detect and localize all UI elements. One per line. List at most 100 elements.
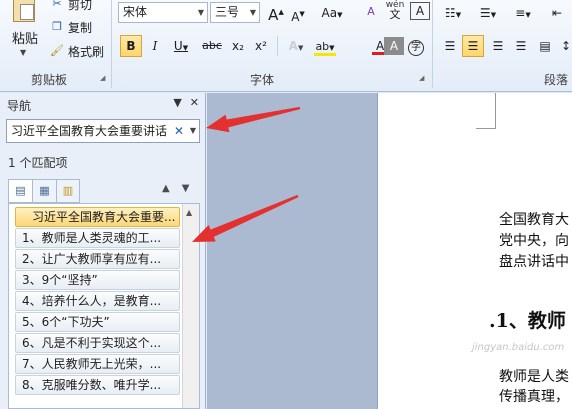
chevron-down-icon[interactable]: ▼ bbox=[190, 120, 196, 142]
copy-icon: ❐ bbox=[52, 20, 62, 33]
group-divider bbox=[277, 36, 278, 56]
line-spacing-button[interactable]: ↕ bbox=[556, 35, 572, 57]
bullets-button[interactable]: ☷▼ bbox=[440, 2, 466, 24]
strikethrough-button[interactable]: abc bbox=[202, 35, 222, 57]
distributed-icon: ▤ bbox=[539, 39, 551, 53]
multilevel-list-icon: ≡ bbox=[515, 6, 526, 20]
bold-button[interactable]: B bbox=[120, 35, 142, 57]
italic-glyph: I bbox=[152, 39, 158, 53]
decrease-indent-button[interactable]: ⇤ bbox=[545, 2, 569, 24]
shrink-font-button[interactable]: A▼ bbox=[288, 3, 308, 25]
watermark: jingyan.baidu.com bbox=[472, 342, 565, 353]
distributed-button[interactable]: ▤ bbox=[535, 35, 555, 57]
highlight-button[interactable]: ab▼ bbox=[313, 36, 337, 58]
enclose-characters-glyph: 字 bbox=[408, 40, 424, 56]
scroll-up-icon[interactable]: ▲ bbox=[186, 208, 192, 217]
heading-result[interactable]: 3、9个“坚持” bbox=[15, 270, 180, 290]
previous-result-icon[interactable]: ▲ bbox=[162, 183, 170, 194]
pane-options-icon[interactable]: ▼ bbox=[173, 96, 181, 109]
close-icon[interactable]: ✕ bbox=[190, 96, 199, 109]
font-size-value: 三号 bbox=[215, 5, 240, 19]
superscript-button[interactable]: x² bbox=[251, 35, 271, 57]
document-text-line: 盘点讲话中 bbox=[499, 254, 569, 270]
character-border-button[interactable]: A bbox=[410, 2, 430, 20]
bold-glyph: B bbox=[126, 39, 136, 53]
heading-result-highlighted[interactable]: 习近平全国教育大会重要... bbox=[15, 207, 180, 227]
font-size-combo[interactable]: 三号 ▼ bbox=[210, 2, 260, 23]
numbering-icon: ☰ bbox=[479, 6, 491, 20]
scissors-icon: ✂ bbox=[52, 0, 62, 10]
phonetic-guide-button[interactable]: wén 文 bbox=[384, 0, 406, 22]
align-left-button[interactable]: ☰ bbox=[440, 35, 460, 57]
tab-pages[interactable]: ▦ bbox=[32, 179, 56, 203]
heading-result[interactable]: 8、克服唯分数、唯升学... bbox=[15, 375, 180, 395]
navigation-search-value: 习近平全国教育大会重要讲话 bbox=[11, 124, 167, 138]
justify-icon: ☰ bbox=[515, 39, 527, 53]
navigation-pane-title: 导航 bbox=[7, 99, 32, 113]
heading-result[interactable]: 1、教师是人类灵魂的工... bbox=[15, 228, 180, 248]
align-center-icon: ☰ bbox=[467, 39, 479, 53]
clear-format-button[interactable]: A bbox=[361, 1, 381, 23]
highlighter-icon: ab bbox=[315, 40, 330, 53]
italic-button[interactable]: I bbox=[145, 35, 165, 57]
font-color-glyph: A bbox=[376, 39, 385, 53]
tab-headings[interactable]: ▤ bbox=[8, 179, 32, 203]
justify-button[interactable]: ☰ bbox=[511, 35, 531, 57]
clear-format-glyph: A bbox=[367, 5, 375, 18]
align-right-icon: ☰ bbox=[492, 39, 504, 53]
pages-icon: ▦ bbox=[39, 184, 50, 197]
format-painter-button[interactable]: 🖌 格式刷 bbox=[50, 41, 104, 61]
heading-result[interactable]: 7、人民教师无上光荣，... bbox=[15, 354, 180, 374]
dialog-launcher-icon[interactable]: ◢ bbox=[419, 74, 424, 82]
change-case-button[interactable]: Aa▼ bbox=[318, 2, 346, 24]
document-text-line: 党中央，向 bbox=[499, 233, 569, 249]
clear-search-icon[interactable]: ✕ bbox=[174, 120, 184, 142]
line-spacing-icon: ↕ bbox=[560, 39, 572, 53]
character-shading-button[interactable]: A bbox=[384, 37, 404, 55]
headings-icon: ▤ bbox=[15, 184, 26, 197]
font-group-label: 字体 bbox=[250, 73, 275, 87]
grow-font-button[interactable]: A▲ bbox=[266, 1, 286, 24]
margin-corner-mark bbox=[476, 93, 496, 129]
group-divider bbox=[111, 0, 112, 88]
align-center-button[interactable]: ☰ bbox=[462, 35, 484, 57]
cut-button[interactable]: ✂ 剪切 bbox=[50, 0, 92, 14]
brush-icon: 🖌 bbox=[50, 44, 64, 57]
dialog-launcher-icon[interactable]: ◢ bbox=[100, 74, 105, 82]
chevron-down-icon: ▼ bbox=[20, 48, 27, 57]
next-result-icon[interactable]: ▼ bbox=[182, 183, 190, 194]
document-text-line: 传播真理， bbox=[499, 389, 569, 405]
copy-button[interactable]: ❐ 复制 bbox=[50, 17, 92, 37]
heading-result[interactable]: 6、凡是不利于实现这个... bbox=[15, 333, 180, 353]
text-effects-button[interactable]: A▼ bbox=[284, 35, 308, 57]
clipboard-group-label: 剪贴板 bbox=[31, 73, 68, 87]
heading-result[interactable]: 2、让广大教师享有应有... bbox=[15, 249, 180, 269]
highlight-color-bar bbox=[314, 53, 336, 56]
change-case-glyph: Aa bbox=[321, 6, 338, 20]
document-area: 全国教育大 党中央，向 盘点讲话中 .1、教师 教师是人类 传播真理， bbox=[207, 93, 572, 409]
chevron-down-icon: ▼ bbox=[249, 8, 256, 17]
heading-result[interactable]: 5、6个“下功夫” bbox=[15, 312, 180, 332]
paste-label: 粘贴 bbox=[12, 32, 39, 47]
subscript-button[interactable]: x₂ bbox=[228, 35, 248, 57]
heading-list: ▲ 习近平全国教育大会重要... 1、教师是人类灵魂的工... 2、让广大教师享有应… bbox=[8, 203, 200, 409]
font-name-value: 宋体 bbox=[123, 5, 148, 19]
scrollbar[interactable]: ▲ bbox=[182, 204, 199, 408]
group-divider bbox=[432, 0, 433, 88]
indent-icon: ⇤ bbox=[551, 6, 563, 20]
underline-button[interactable]: U▼ bbox=[168, 35, 194, 57]
align-right-button[interactable]: ☰ bbox=[488, 35, 508, 57]
tab-results[interactable]: ▥ bbox=[56, 179, 80, 203]
enclose-characters-button[interactable]: 字 bbox=[406, 35, 426, 57]
multilevel-list-button[interactable]: ≡▼ bbox=[510, 2, 536, 24]
format-painter-label: 格式刷 bbox=[68, 44, 105, 59]
superscript-glyph: x² bbox=[255, 39, 267, 53]
character-shading-glyph: A bbox=[389, 39, 399, 53]
navigation-search-input[interactable]: 习近平全国教育大会重要讲话 ✕ ▼ bbox=[6, 119, 200, 143]
heading-result[interactable]: 4、培养什么人，是教育... bbox=[15, 291, 180, 311]
font-name-combo[interactable]: 宋体 ▼ bbox=[118, 2, 208, 23]
numbering-button[interactable]: ☰▼ bbox=[475, 2, 501, 24]
chevron-down-icon: ▼ bbox=[197, 8, 204, 17]
match-count: 1 个匹配项 bbox=[8, 156, 68, 170]
paste-button[interactable]: 粘贴 ▼ bbox=[4, 0, 44, 64]
